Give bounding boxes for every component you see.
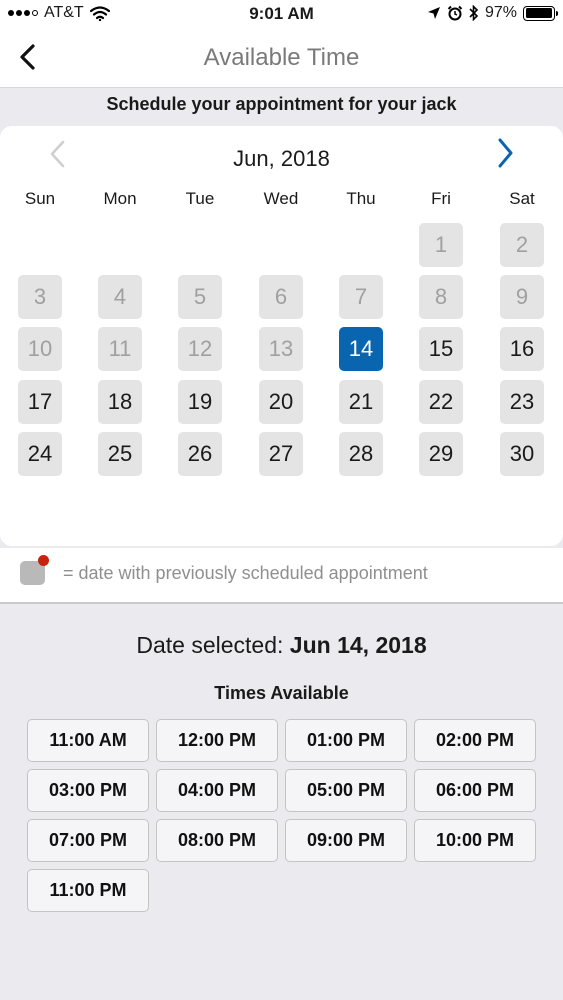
schedule-subtitle: Schedule your appointment for your jack (106, 94, 457, 114)
calendar-day-22[interactable]: 22 (419, 380, 463, 424)
weekday-sun: Sun (24, 189, 56, 208)
weekday-sat: Sat (509, 189, 535, 208)
calendar: Jun, 2018 Sun Mon Tue Wed Thu Fri Sat 12345678… (0, 126, 563, 546)
time-slot-button[interactable]: 10:00 PM (414, 819, 536, 862)
calendar-day-11: 11 (98, 327, 142, 371)
calendar-day-25[interactable]: 25 (98, 432, 142, 476)
scheduled-dot-icon (38, 555, 49, 566)
time-slot-button[interactable]: 11:00 AM (27, 719, 149, 762)
battery-icon (523, 5, 558, 21)
weekday-fri: Fri (431, 189, 451, 208)
calendar-day-23[interactable]: 23 (500, 380, 544, 424)
calendar-day-1: 1 (419, 223, 463, 267)
calendar-day-24[interactable]: 24 (18, 432, 62, 476)
page-title: Available Time (203, 44, 360, 71)
calendar-day-18[interactable]: 18 (98, 380, 142, 424)
bluetooth-icon (469, 5, 479, 21)
time-slot-button[interactable]: 03:00 PM (27, 769, 149, 812)
calendar-day-12: 12 (178, 327, 222, 371)
calendar-month-label: Jun, 2018 (233, 146, 330, 171)
chevron-right-icon (498, 138, 513, 168)
time-slot-button[interactable]: 04:00 PM (156, 769, 278, 812)
legend-text: = date with previously scheduled appoint… (63, 563, 428, 583)
calendar-day-9: 9 (500, 275, 544, 319)
weekday-tue: Tue (185, 189, 215, 208)
calendar-day-5: 5 (178, 275, 222, 319)
calendar-day-27[interactable]: 27 (259, 432, 303, 476)
time-slot-button[interactable]: 06:00 PM (414, 769, 536, 812)
nav-bar: Available Time (0, 30, 563, 88)
calendar-day-3: 3 (18, 275, 62, 319)
time-slot-button[interactable]: 07:00 PM (27, 819, 149, 862)
calendar-day-20[interactable]: 20 (259, 380, 303, 424)
calendar-day-26[interactable]: 26 (178, 432, 222, 476)
weekday-mon: Mon (103, 189, 137, 208)
calendar-day-10: 10 (18, 327, 62, 371)
calendar-day-15[interactable]: 15 (419, 327, 463, 371)
time-slot-button[interactable]: 05:00 PM (285, 769, 407, 812)
status-right: 97% (427, 4, 558, 22)
status-bar: AT&T 9:01 AM 97% (0, 0, 563, 30)
time-slot-button[interactable]: 11:00 PM (27, 869, 149, 912)
date-selected-label: Date selected: (136, 632, 284, 658)
calendar-day-17[interactable]: 17 (18, 380, 62, 424)
calendar-day-29[interactable]: 29 (419, 432, 463, 476)
calendar-day-6: 6 (259, 275, 303, 319)
date-selected-value: Jun 14, 2018 (289, 632, 427, 658)
calendar-day-14[interactable]: 14 (339, 327, 383, 371)
calendar-day-16[interactable]: 16 (500, 327, 544, 371)
time-slot-button[interactable]: 08:00 PM (156, 819, 278, 862)
times-available-heading: Times Available (214, 683, 349, 703)
weekday-thu: Thu (346, 189, 376, 208)
calendar-day-30[interactable]: 30 (500, 432, 544, 476)
calendar-day-7: 7 (339, 275, 383, 319)
time-slot-button[interactable]: 09:00 PM (285, 819, 407, 862)
date-selected: Date selected: Jun 14, 2018 (0, 632, 563, 659)
location-icon (427, 7, 440, 19)
time-slot-button[interactable]: 01:00 PM (285, 719, 407, 762)
next-month-button[interactable] (493, 138, 517, 168)
weekday-header: Sun Mon Tue Wed Thu Fri Sat (0, 189, 563, 211)
calendar-day-21[interactable]: 21 (339, 380, 383, 424)
weekday-wed: Wed (263, 189, 299, 208)
calendar-day-4: 4 (98, 275, 142, 319)
battery-percent: 97% (484, 4, 517, 21)
time-slot-button[interactable]: 02:00 PM (414, 719, 536, 762)
calendar-day-2: 2 (500, 223, 544, 267)
calendar-day-13: 13 (259, 327, 303, 371)
time-slot-button[interactable]: 12:00 PM (156, 719, 278, 762)
calendar-day-8: 8 (419, 275, 463, 319)
alarm-icon (447, 5, 463, 21)
calendar-day-19[interactable]: 19 (178, 380, 222, 424)
calendar-day-28[interactable]: 28 (339, 432, 383, 476)
calendar-legend: = date with previously scheduled appoint… (0, 548, 563, 604)
